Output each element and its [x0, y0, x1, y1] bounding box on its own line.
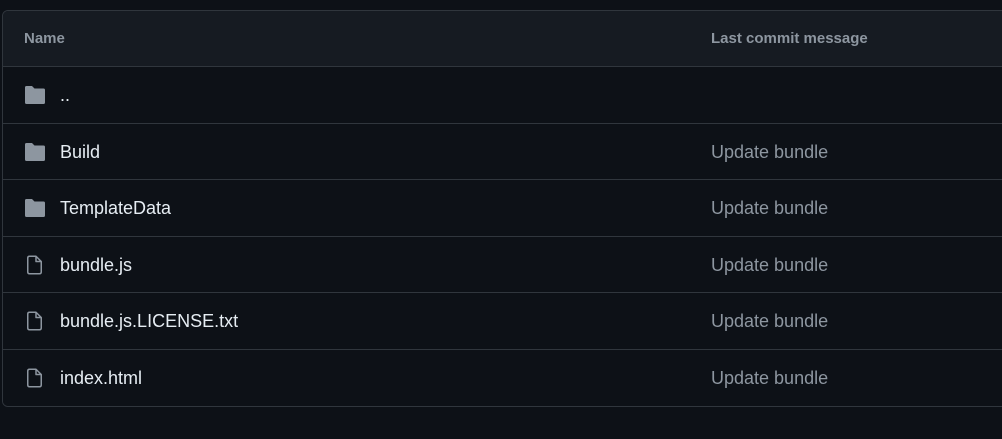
commit-message-link[interactable]: Update bundle: [711, 180, 828, 236]
table-row-parent-directory[interactable]: ..: [3, 67, 1002, 124]
file-name-link[interactable]: TemplateData: [60, 180, 171, 236]
folder-icon: [23, 142, 47, 162]
folder-icon: [23, 198, 47, 218]
file-name-link[interactable]: bundle.js: [60, 237, 132, 293]
file-name-link[interactable]: Build: [60, 124, 100, 180]
file-name-link[interactable]: ..: [60, 67, 70, 123]
commit-message-link[interactable]: Update bundle: [711, 237, 828, 293]
name-column-header: Name: [24, 30, 65, 47]
table-row-bundle-js[interactable]: bundle.js Update bundle: [3, 236, 1002, 293]
commit-message-link[interactable]: Update bundle: [711, 293, 828, 349]
commit-message-link[interactable]: Update bundle: [711, 124, 828, 180]
folder-icon: [23, 85, 47, 105]
file-name-link[interactable]: bundle.js.LICENSE.txt: [60, 293, 238, 349]
table-header: Name Last commit message: [3, 11, 1002, 67]
table-row-build[interactable]: Build Update bundle: [3, 123, 1002, 180]
table-row-index-html[interactable]: index.html Update bundle: [3, 349, 1002, 406]
file-table: Name Last commit message .. Build Update…: [2, 10, 1002, 407]
table-row-bundle-js-license-txt[interactable]: bundle.js.LICENSE.txt Update bundle: [3, 293, 1002, 350]
commit-message-link[interactable]: Update bundle: [711, 350, 828, 406]
file-icon: [23, 311, 47, 331]
file-icon: [23, 255, 47, 275]
file-name-link[interactable]: index.html: [60, 350, 142, 406]
file-icon: [23, 368, 47, 388]
last-commit-message-column-header: Last commit message: [711, 30, 868, 47]
table-row-templatedata[interactable]: TemplateData Update bundle: [3, 180, 1002, 237]
